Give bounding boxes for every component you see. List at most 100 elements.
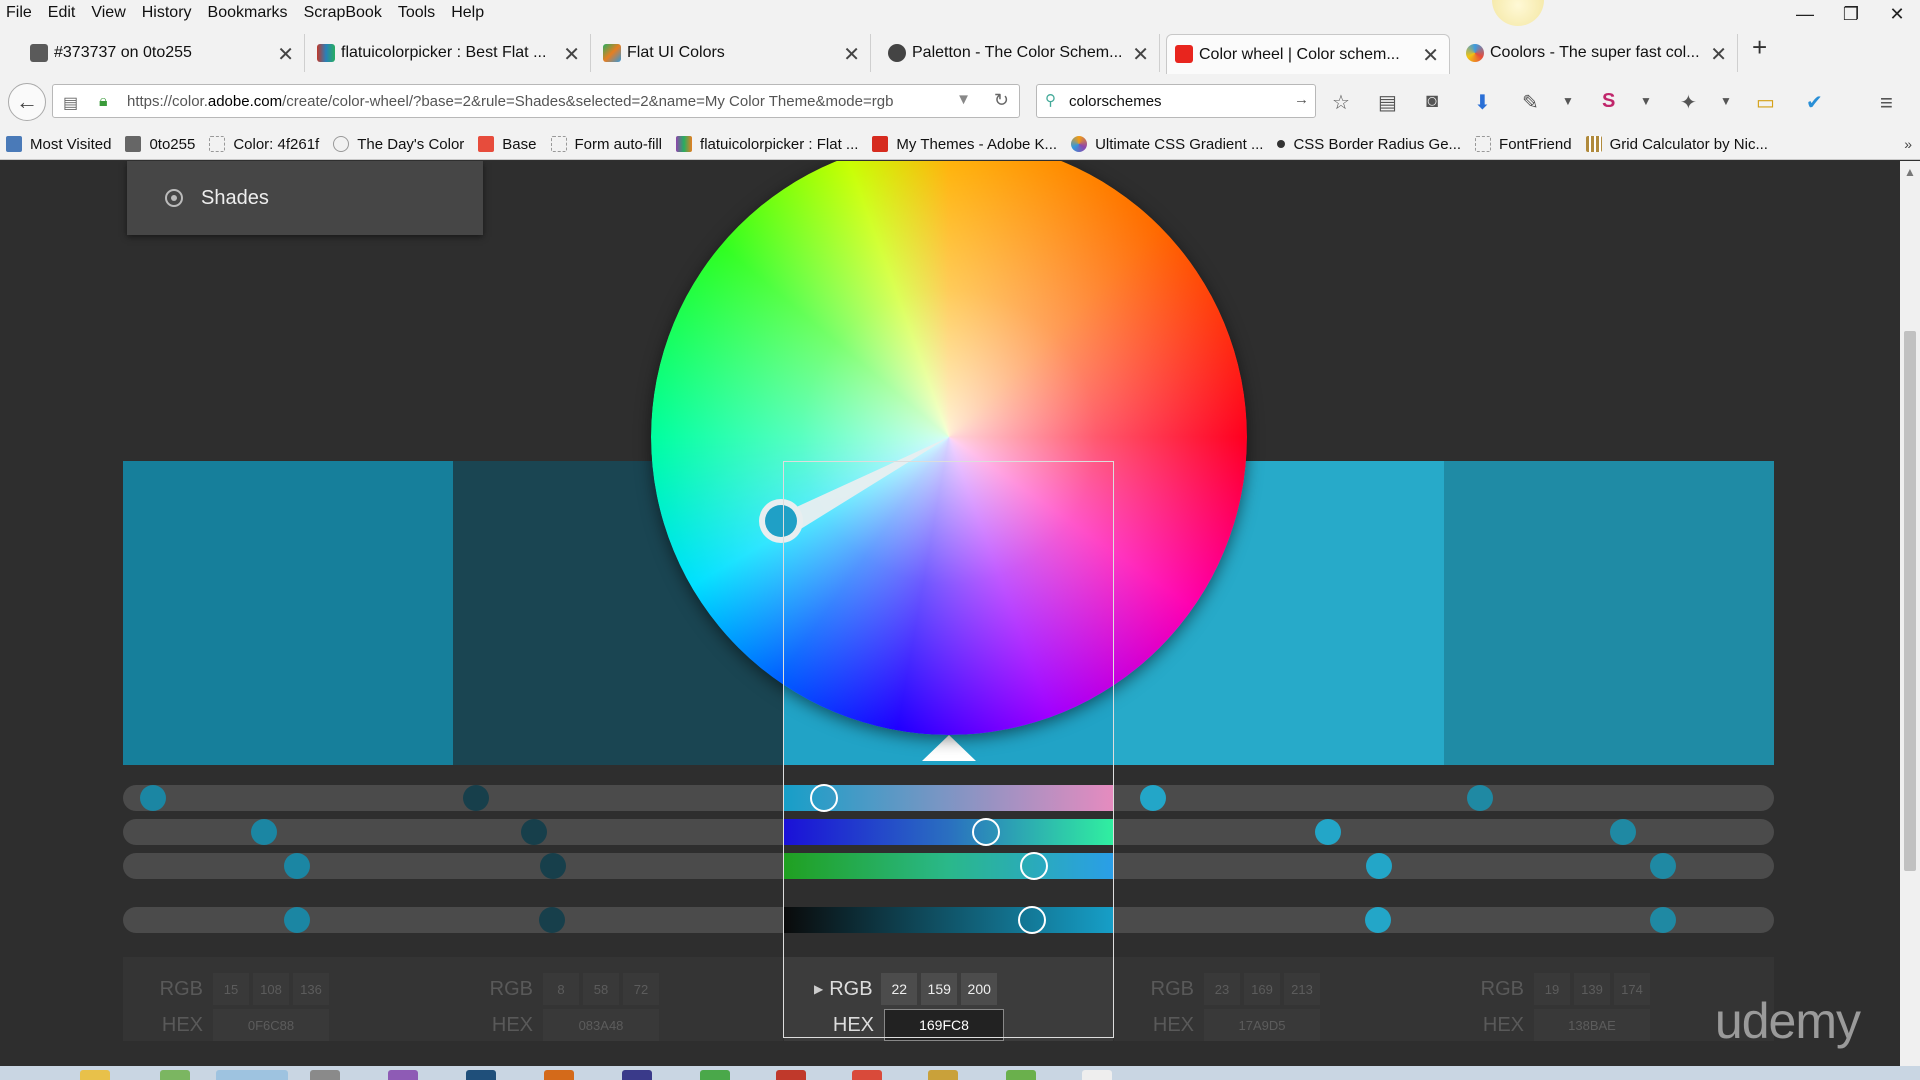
tab-close-icon[interactable]: ✕ [563,42,580,67]
taskbar-app-icon[interactable] [310,1070,340,1080]
tab-0to255[interactable]: #373737 on 0to255 ✕ [22,34,305,72]
tab-coolors[interactable]: Coolors - The super fast col... ✕ [1458,34,1738,72]
search-bar[interactable]: ⚲ colorschemes → [1036,84,1316,118]
hex-value[interactable]: 17A9D5 [1204,1009,1320,1041]
taskbar-app-icon[interactable] [1006,1070,1036,1080]
taskbar-app-icon[interactable] [852,1070,882,1080]
slider-handle[interactable] [463,785,489,811]
bookmark-fontfriend[interactable]: FontFriend [1475,136,1572,153]
menu-history[interactable]: History [142,4,192,22]
bookmark-most-visited[interactable]: Most Visited [6,136,111,153]
bookmark-base[interactable]: Base [478,136,537,153]
bookmark-0to255[interactable]: 0to255 [125,136,195,153]
bookmark-css-gradient[interactable]: Ultimate CSS Gradient ... [1071,136,1263,153]
scroll-up-arrow-icon[interactable]: ▲ [1904,165,1916,179]
r-value[interactable]: 19 [1534,973,1570,1005]
bookmark-days-color[interactable]: The Day's Color [333,136,464,153]
bookmark-form-auto-fill[interactable]: Form auto-fill [550,136,662,153]
slider-handle[interactable] [1365,907,1391,933]
menu-scrapbook[interactable]: ScrapBook [304,4,382,22]
search-input[interactable]: colorschemes [1069,93,1162,110]
tab-close-icon[interactable]: ✕ [277,42,294,67]
new-tab-button[interactable]: + [1752,32,1767,63]
hex-value[interactable]: 138BAE [1534,1009,1650,1041]
b-value[interactable]: 174 [1614,973,1650,1005]
bookmarks-overflow-icon[interactable]: » [1904,136,1912,152]
g-value[interactable]: 169 [1244,973,1280,1005]
url-bar[interactable]: ▤ 🔒︎ https://color. adobe.com/create/colo… [52,84,1020,118]
taskbar-explorer-icon[interactable] [80,1070,110,1080]
b-value[interactable]: 136 [293,973,329,1005]
slider-handle[interactable] [1366,853,1392,879]
bookmark-css-border-radius[interactable]: CSS Border Radius Ge... [1277,136,1461,153]
pocket-icon[interactable]: ◙ [1426,90,1438,113]
slider-handle[interactable] [539,907,565,933]
bookmark-grid-calculator[interactable]: Grid Calculator by Nic... [1585,136,1768,153]
check-icon[interactable]: ✔ [1806,90,1823,115]
close-window-button[interactable]: ✕ [1874,0,1920,28]
back-button[interactable]: ← [8,83,46,121]
slider-handle[interactable] [1467,785,1493,811]
taskbar-app-icon[interactable] [388,1070,418,1080]
reload-icon[interactable]: ↻ [994,90,1009,111]
slider-handle[interactable] [140,785,166,811]
slider-handle[interactable] [284,907,310,933]
swatch-1[interactable] [123,461,453,765]
tab-close-icon[interactable]: ✕ [1422,43,1439,68]
g-value[interactable]: 58 [583,973,619,1005]
slider-handle[interactable] [1315,819,1341,845]
page-scrollbar[interactable]: ▲ [1900,161,1920,1066]
taskbar-illustrator-icon[interactable] [544,1070,574,1080]
bookmark-star-icon[interactable]: ☆ [1332,90,1350,115]
menu-view[interactable]: View [91,4,125,22]
scrollbar-thumb[interactable] [1904,331,1916,871]
taskbar-app-icon[interactable] [160,1070,190,1080]
menu-file[interactable]: File [6,4,32,22]
menu-edit[interactable]: Edit [48,4,76,22]
slider-handle[interactable] [284,853,310,879]
b-value[interactable]: 72 [623,973,659,1005]
r-value[interactable]: 8 [543,973,579,1005]
url-dropdown-icon[interactable]: ▼ [956,91,971,108]
tab-flatuicolorpicker[interactable]: flatuicolorpicker : Best Flat ... ✕ [309,34,591,72]
taskbar-app-icon[interactable] [622,1070,652,1080]
taskbar-app-icon[interactable] [1082,1070,1112,1080]
menu-help[interactable]: Help [451,4,484,22]
tab-color-wheel[interactable]: Color wheel | Color schem... ✕ [1166,34,1450,74]
slider-handle[interactable] [1650,853,1676,879]
g-value[interactable]: 108 [253,973,289,1005]
taskbar-photoshop-icon[interactable] [466,1070,496,1080]
extension-icon[interactable]: ✦ [1680,90,1697,115]
tab-close-icon[interactable]: ✕ [1710,42,1727,67]
eyedropper-icon[interactable]: ✎ [1522,90,1539,115]
download-icon[interactable]: ⬇ [1474,90,1491,115]
b-value[interactable]: 213 [1284,973,1320,1005]
bookmark-color-4f261f[interactable]: Color: 4f261f [209,136,319,153]
taskbar-app-icon[interactable] [700,1070,730,1080]
menu-tools[interactable]: Tools [398,4,435,22]
extension-dropdown-icon[interactable]: ▼ [1720,94,1732,108]
slider-handle[interactable] [251,819,277,845]
eyedropper-dropdown-icon[interactable]: ▼ [1562,94,1574,108]
r-value[interactable]: 15 [213,973,249,1005]
taskbar-app-icon[interactable] [928,1070,958,1080]
tab-flat-ui-colors[interactable]: Flat UI Colors ✕ [595,34,871,72]
swatch-5[interactable] [1444,461,1774,765]
tab-close-icon[interactable]: ✕ [843,42,860,67]
hex-value[interactable]: 0F6C88 [213,1009,329,1041]
hamburger-menu-icon[interactable]: ≡ [1880,90,1893,116]
tab-close-icon[interactable]: ✕ [1132,42,1149,67]
slider-handle[interactable] [1610,819,1636,845]
minimize-button[interactable]: — [1782,0,1828,28]
r-value[interactable]: 23 [1204,973,1240,1005]
restore-button[interactable]: ❐ [1828,0,1874,28]
taskbar-firefox-active-icon[interactable] [216,1070,288,1080]
hex-value[interactable]: 083A48 [543,1009,659,1041]
ruler-icon[interactable]: ▭ [1756,90,1775,115]
slider-handle[interactable] [521,819,547,845]
taskbar-app-icon[interactable] [776,1070,806,1080]
slider-handle[interactable] [540,853,566,879]
search-go-icon[interactable]: → [1294,91,1309,108]
bookmark-my-themes-adobe[interactable]: My Themes - Adobe K... [872,136,1057,153]
scrapbook-icon[interactable]: S [1602,90,1615,113]
